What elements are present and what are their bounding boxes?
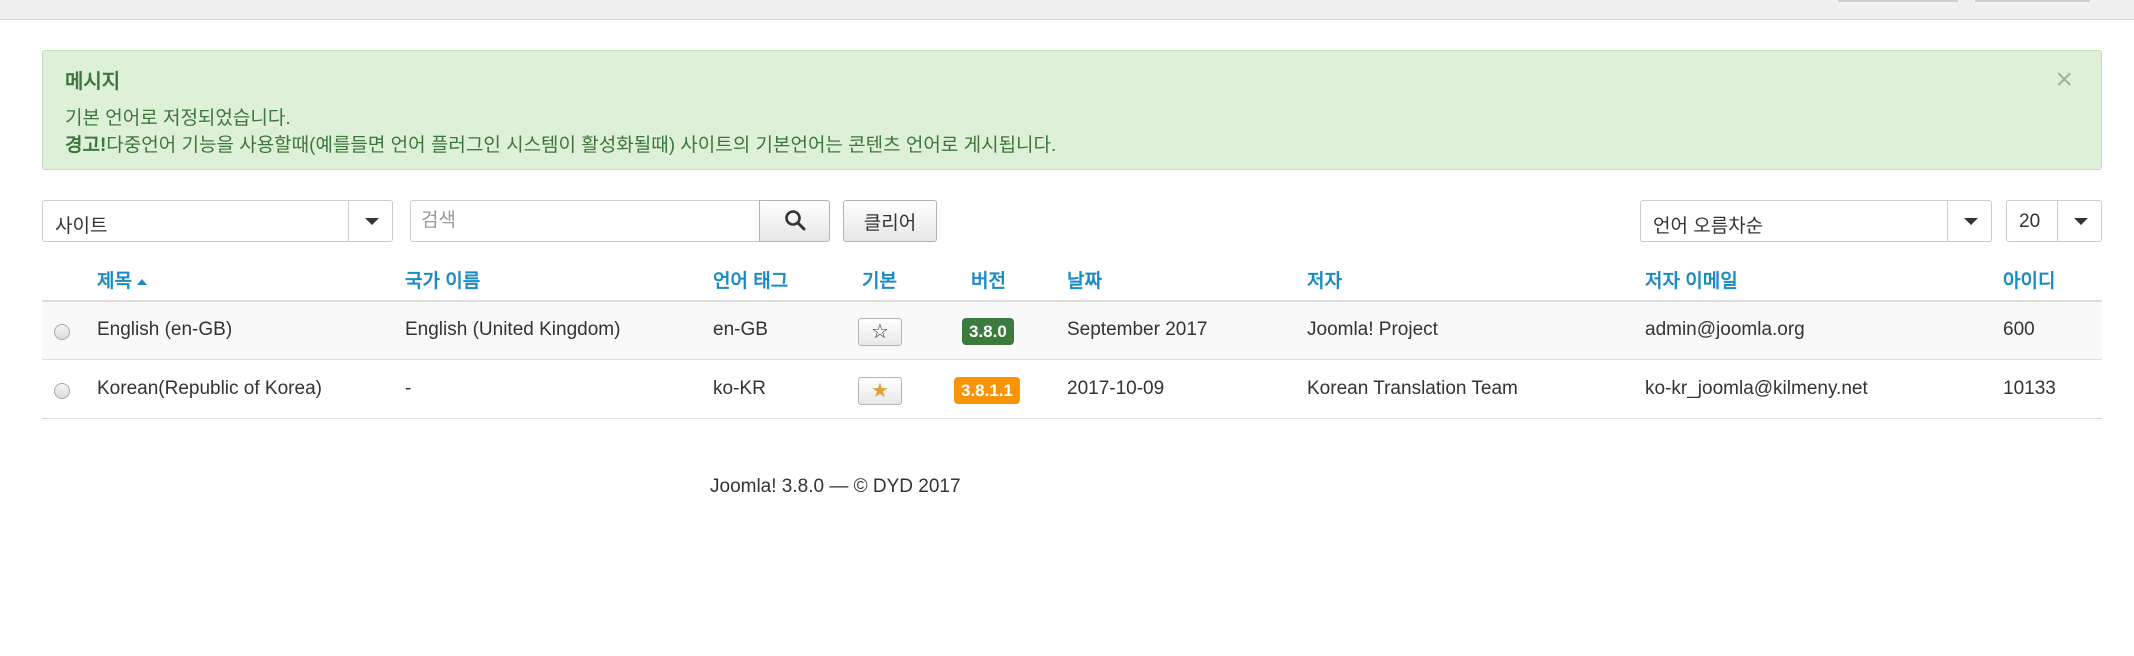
- row-author: Korean Translation Team: [1307, 378, 1518, 399]
- column-version[interactable]: 버전: [971, 266, 1006, 293]
- row-date: 2017-10-09: [1067, 378, 1165, 399]
- search-icon: [784, 209, 805, 230]
- star-filled-icon: ★: [871, 380, 889, 402]
- limit-select[interactable]: 20: [2006, 200, 2102, 242]
- row-native-name: English (United Kingdom): [405, 319, 621, 340]
- row-native-name: -: [405, 378, 412, 399]
- toolbar-button-edge[interactable]: [1975, 0, 2090, 2]
- row-email: admin@joomla.org: [1645, 319, 1805, 340]
- warning-text: 경고!다중언어 기능을 사용할때(예를들면 언어 플러그인 시스템이 활성화될때…: [65, 130, 1056, 157]
- column-id[interactable]: 아이디: [2003, 266, 2055, 293]
- chevron-down-icon[interactable]: [2057, 201, 2101, 241]
- top-toolbar-strip: [0, 0, 2134, 20]
- column-date[interactable]: 날짜: [1067, 266, 1102, 293]
- default-language-button[interactable]: ★: [858, 377, 902, 405]
- row-author: Joomla! Project: [1307, 319, 1438, 340]
- set-default-button[interactable]: ☆: [858, 318, 902, 346]
- table-header: 제목 국가 이름 언어 태그 기본 버전 날짜 저자 저자 이메일 아이디: [42, 258, 2102, 302]
- version-badge: 3.8.0: [962, 318, 1014, 345]
- star-outline-icon: ☆: [871, 321, 889, 343]
- row-title: Korean(Republic of Korea): [97, 378, 322, 399]
- message-text: 기본 언어로 저정되었습니다.: [65, 108, 291, 129]
- row-language-tag: ko-KR: [713, 378, 766, 399]
- ordering-select-value: 언어 오름차순: [1653, 216, 1764, 237]
- row-date: September 2017: [1067, 319, 1208, 340]
- client-select-value: 사이트: [55, 216, 108, 237]
- table-row: English (en-GB) English (United Kingdom)…: [42, 302, 2102, 360]
- column-author[interactable]: 저자: [1307, 266, 1342, 293]
- message-heading: 메시지: [65, 71, 121, 93]
- version-badge: 3.8.1.1: [954, 377, 1020, 404]
- toolbar-button-edge[interactable]: [1838, 0, 1958, 2]
- sort-asc-icon: [136, 278, 147, 285]
- row-title: English (en-GB): [97, 319, 233, 340]
- client-select[interactable]: 사이트: [42, 200, 393, 242]
- search-button[interactable]: [759, 200, 830, 242]
- warning-body: 다중언어 기능을 사용할때(예를들면 언어 플러그인 시스템이 활성화될때) 사…: [106, 135, 1057, 156]
- row-language-tag: en-GB: [713, 319, 768, 340]
- row-email: ko-kr_joomla@kilmeny.net: [1645, 378, 1868, 399]
- search-input[interactable]: [410, 200, 760, 242]
- column-native-name[interactable]: 국가 이름: [405, 266, 480, 293]
- footer-copyright: Joomla! 3.8.0 — © DYD 2017: [710, 476, 961, 497]
- row-select-radio[interactable]: [54, 324, 70, 340]
- chevron-down-icon[interactable]: [1947, 201, 1991, 241]
- row-id: 10133: [2003, 378, 2056, 399]
- limit-select-value: 20: [2019, 211, 2041, 232]
- row-id: 600: [2003, 319, 2035, 340]
- row-select-radio[interactable]: [54, 383, 70, 399]
- clear-button[interactable]: 클리어: [843, 200, 937, 242]
- chevron-down-icon[interactable]: [348, 201, 392, 241]
- column-language-tag[interactable]: 언어 태그: [713, 266, 788, 293]
- ordering-select[interactable]: 언어 오름차순: [1640, 200, 1992, 242]
- warning-label: 경고!: [65, 135, 107, 156]
- column-author-email[interactable]: 저자 이메일: [1645, 266, 1738, 293]
- close-icon[interactable]: ×: [2055, 65, 2073, 95]
- table-row: Korean(Republic of Korea) - ko-KR ★ 3.8.…: [42, 361, 2102, 419]
- column-default[interactable]: 기본: [862, 266, 897, 293]
- column-title-label: 제목: [97, 271, 132, 292]
- column-title[interactable]: 제목: [97, 266, 147, 293]
- system-message: 메시지 기본 언어로 저정되었습니다. 경고!다중언어 기능을 사용할때(예를들…: [42, 50, 2102, 170]
